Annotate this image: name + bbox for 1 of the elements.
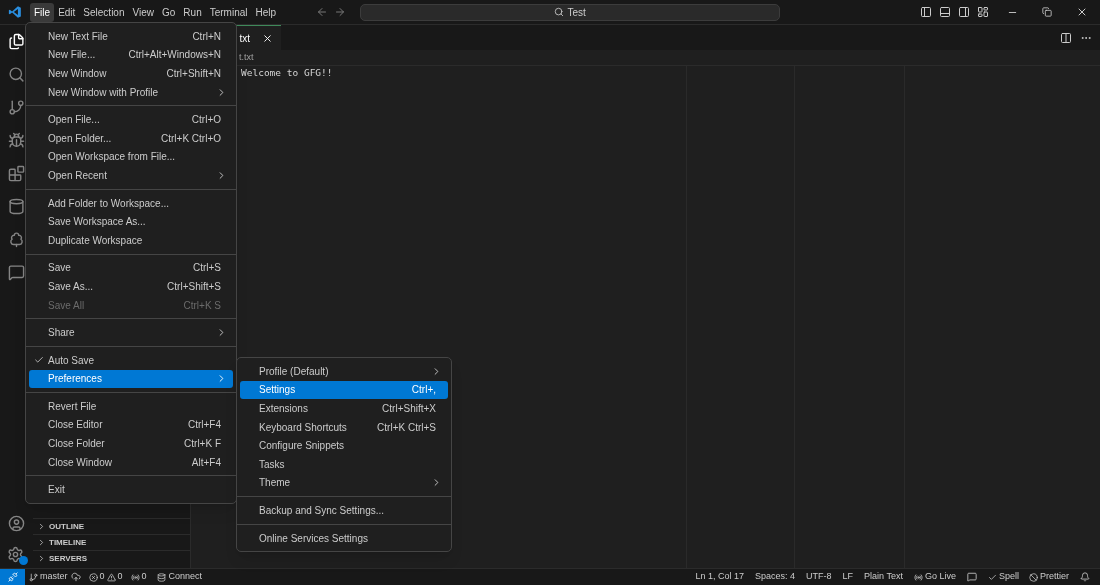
code-line: Welcome to GFG!! (241, 66, 333, 80)
